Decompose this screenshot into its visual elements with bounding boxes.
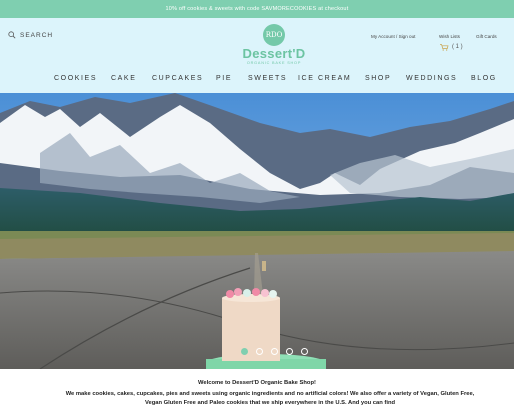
logo-emblem: RDO [263, 24, 285, 46]
cart-icon [440, 44, 449, 51]
wishlist-link[interactable]: Wish Lists [439, 34, 460, 39]
slide-dot-1[interactable] [241, 348, 248, 355]
account-signout-link[interactable]: My Account / Sign out [371, 34, 415, 39]
cart-count: ( 1 ) [452, 44, 463, 50]
giftcards-link[interactable]: Gift Cards [476, 34, 497, 39]
promo-text: 10% off cookies & sweets with code SAVMO… [165, 6, 349, 12]
search-icon [8, 31, 16, 39]
main-nav: COOKIES CAKE CUPCAKES PIE SWEETS ICE CRE… [0, 75, 514, 87]
nav-item-pie[interactable]: PIE [216, 75, 232, 82]
slide-dot-5[interactable] [301, 348, 308, 355]
welcome-title: Welcome to Dessert'D Organic Bake Shop! [198, 380, 316, 386]
nav-item-shop[interactable]: SHOP [365, 75, 391, 82]
slide-indicators [241, 348, 308, 355]
hero-image [0, 93, 514, 369]
slide-dot-4[interactable] [286, 348, 293, 355]
nav-item-blog[interactable]: BLOG [471, 75, 497, 82]
cart-button[interactable]: ( 1 ) [439, 43, 463, 51]
slide-dot-3[interactable] [271, 348, 278, 355]
search-label: SEARCH [20, 31, 54, 39]
nav-item-cookies[interactable]: COOKIES [54, 75, 97, 82]
logo-name: Dessert'D [242, 46, 306, 61]
logo-tagline: ORGANIC BAKE SHOP [246, 61, 302, 65]
nav-item-weddings[interactable]: WEDDINGS [406, 75, 457, 82]
nav-item-ice-cream[interactable]: ICE CREAM [298, 75, 351, 82]
slide-dot-2[interactable] [256, 348, 263, 355]
nav-item-cupcakes[interactable]: CUPCAKES [152, 75, 203, 82]
logo[interactable]: RDO Dessert'D ORGANIC BAKE SHOP [232, 24, 316, 65]
site-header: SEARCH RDO Dessert'D ORGANIC BAKE SHOP M… [0, 18, 514, 93]
nav-item-sweets[interactable]: SWEETS [248, 75, 287, 82]
welcome-body: We make cookies, cakes, cupcakes, pies a… [65, 391, 475, 406]
nav-item-cake[interactable]: CAKE [111, 75, 136, 82]
search-button[interactable]: SEARCH [8, 31, 53, 39]
promo-bar: 10% off cookies & sweets with code SAVMO… [0, 0, 514, 18]
hero-slideshow[interactable] [0, 93, 514, 369]
